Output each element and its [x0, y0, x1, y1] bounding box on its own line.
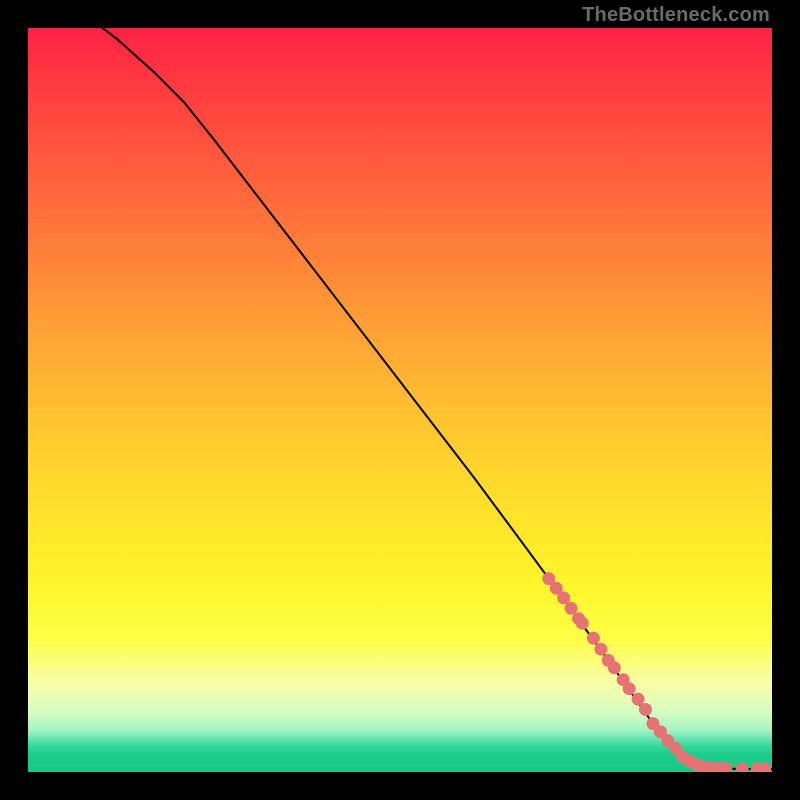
scatter-point — [623, 682, 636, 695]
scatter-point — [594, 643, 607, 656]
scatter-point — [632, 693, 645, 706]
scatter-point — [736, 763, 749, 773]
scatter-point — [557, 591, 570, 604]
scatter-point — [587, 632, 600, 645]
bottleneck-curve — [102, 28, 772, 769]
plot-area — [28, 28, 772, 772]
highlight-scatter — [542, 572, 771, 772]
attribution-text: TheBottleneck.com — [582, 4, 770, 27]
scatter-point — [576, 617, 589, 630]
scatter-point — [565, 602, 578, 615]
scatter-point — [608, 661, 621, 674]
plot-svg-overlay — [28, 28, 772, 772]
scatter-point — [639, 703, 652, 716]
